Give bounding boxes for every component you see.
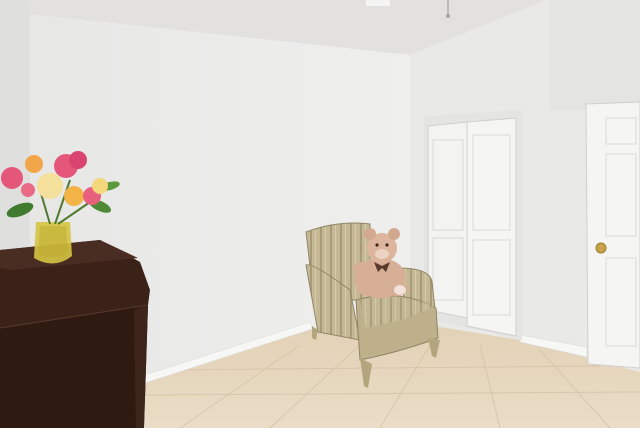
dresser xyxy=(0,240,150,428)
room-photo xyxy=(0,0,640,428)
closet xyxy=(424,110,522,340)
door-knob-icon[interactable] xyxy=(595,242,607,254)
bedroom-door[interactable] xyxy=(585,101,640,369)
room-illustration xyxy=(0,0,640,428)
left-wall xyxy=(0,0,30,270)
